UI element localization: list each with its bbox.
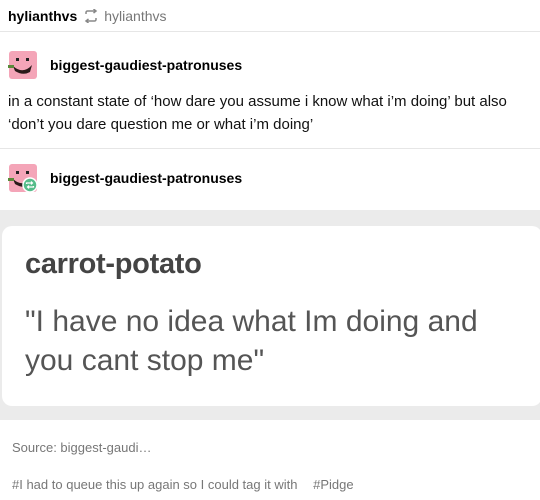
post-author[interactable]: biggest-gaudiest-patronuses — [8, 50, 242, 80]
reblog-icon — [83, 7, 99, 24]
post-divider — [0, 148, 540, 149]
reblog-author-name[interactable]: biggest-gaudiest-patronuses — [50, 170, 242, 186]
source-blog-name[interactable]: hylianthvs — [104, 8, 166, 24]
tag-item[interactable]: #Pidge — [313, 477, 353, 492]
quote-card: carrot-potato "I have no idea what Im do… — [2, 226, 540, 406]
post-header: hylianthvs hylianthvs — [0, 0, 540, 32]
tag-item[interactable]: #I had to queue this up again so I could… — [12, 477, 297, 492]
reblog-author[interactable]: biggest-gaudiest-patronuses — [8, 163, 242, 193]
card-quote-text: "I have no idea what Im doing and you ca… — [25, 305, 478, 377]
post-source-link[interactable]: Source: biggest-gaudi… — [12, 440, 151, 455]
reblog-author-avatar[interactable] — [8, 163, 38, 193]
reblogger-name[interactable]: hylianthvs — [8, 8, 77, 24]
card-username: carrot-potato — [25, 248, 202, 280]
embedded-screenshot-image[interactable]: carrot-potato "I have no idea what Im do… — [0, 210, 540, 420]
post-body-text: in a constant state of ‘how dare you ass… — [8, 93, 507, 133]
post-author-name[interactable]: biggest-gaudiest-patronuses — [50, 57, 242, 73]
post-tags: #I had to queue this up again so I could… — [12, 477, 366, 492]
author-avatar[interactable] — [8, 50, 38, 80]
